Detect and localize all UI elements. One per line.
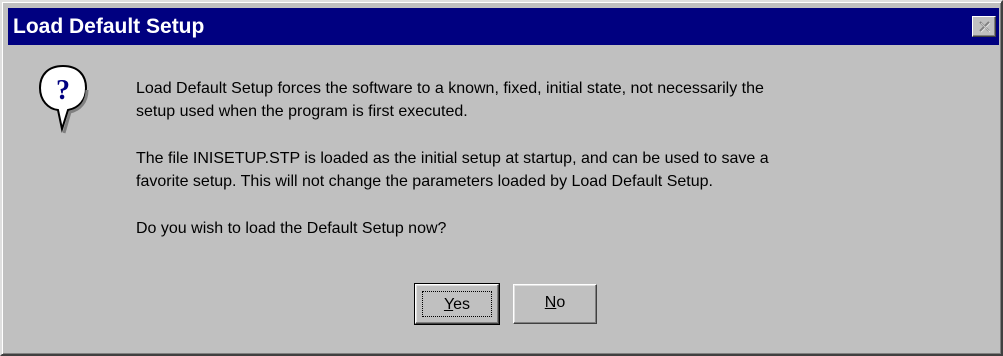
focus-rectangle: Yes bbox=[422, 291, 492, 317]
message-paragraph-1: Load Default Setup forces the software t… bbox=[136, 77, 764, 123]
svg-text:?: ? bbox=[56, 75, 70, 106]
message-question: Do you wish to load the Default Setup no… bbox=[136, 220, 447, 237]
no-button[interactable]: No bbox=[513, 284, 597, 324]
no-mnemonic: N bbox=[544, 294, 557, 311]
yes-button-label: Yes bbox=[444, 296, 470, 313]
no-label-rest: o bbox=[556, 294, 566, 311]
window-title: Load Default Setup bbox=[13, 15, 205, 38]
question-balloon-icon: ? bbox=[38, 64, 89, 134]
yes-button[interactable]: Yes bbox=[414, 283, 500, 325]
message-line: Load Default Setup forces the software t… bbox=[136, 80, 764, 97]
title-bar[interactable]: Load Default Setup bbox=[8, 8, 999, 45]
close-button[interactable] bbox=[972, 16, 996, 37]
message-line: setup used when the program is first exe… bbox=[136, 103, 468, 120]
no-button-label: No bbox=[545, 294, 565, 311]
yes-label-rest: es bbox=[453, 296, 471, 313]
message-paragraph-2: The file INISETUP.STP is loaded as the i… bbox=[136, 147, 769, 193]
yes-mnemonic: Y bbox=[443, 296, 454, 313]
message-paragraph-3: Do you wish to load the Default Setup no… bbox=[136, 217, 446, 240]
close-icon bbox=[979, 21, 991, 33]
load-default-setup-dialog: Load Default Setup ? Load Default Setup … bbox=[0, 0, 1003, 356]
message-line: The file INISETUP.STP is loaded as the i… bbox=[136, 150, 769, 167]
message-line: favorite setup. This will not change the… bbox=[136, 173, 713, 190]
